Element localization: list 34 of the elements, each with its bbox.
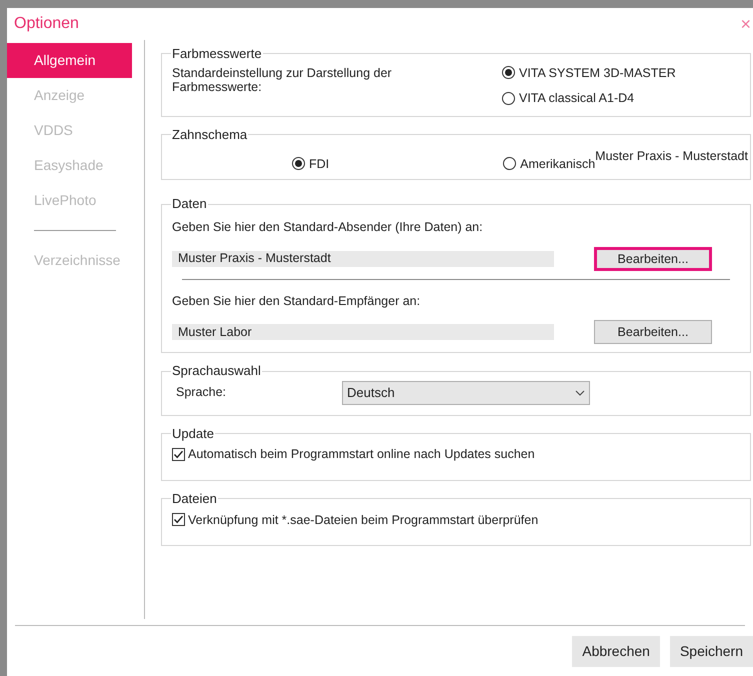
group-title: Farbmesswerte	[171, 45, 263, 63]
prompt-text: Geben Sie hier den Standard-Absender (Ihre Daten) an:	[172, 218, 484, 236]
checkbox-label: Automatisch beim Programmstart online nach Updates suchen	[188, 446, 535, 464]
value-field: Muster Praxis - Musterstadt	[172, 250, 554, 266]
sidebar-item[interactable]: Allgemein	[7, 43, 132, 78]
radio-label: FDI	[309, 156, 330, 172]
group-title: Zahnschema	[171, 126, 248, 144]
checkbox[interactable]	[172, 448, 185, 462]
radio-label: VITA SYSTEM 3D-MASTER	[519, 64, 676, 82]
prompt-text: Geben Sie hier den Standard-Empfänger an:	[172, 292, 422, 310]
edit-button[interactable]: Bearbeiten...	[594, 246, 712, 270]
radio-label: Amerikanisch	[520, 156, 596, 172]
chevron-down-icon	[575, 390, 585, 396]
overlay-text: Muster Praxis - Musterstadt	[595, 148, 748, 164]
radio-selected[interactable]	[292, 157, 305, 170]
window-title: Optionen	[14, 14, 79, 34]
radio-label: VITA classical A1-D4	[519, 90, 634, 108]
close-button[interactable]: ×	[740, 15, 751, 33]
field-label: Sprache:	[175, 384, 228, 402]
group-title: Daten	[171, 195, 208, 214]
dialog-button[interactable]: Speichern	[670, 636, 753, 666]
value-field: Muster Labor	[172, 324, 554, 340]
checkbox[interactable]	[172, 513, 185, 526]
radio-selected[interactable]	[502, 66, 515, 80]
radio-button[interactable]	[503, 157, 516, 170]
description-text: Standardeinstellung zur Darstellung der Farbmesswerte:	[172, 64, 393, 96]
group-title: Dateien	[171, 490, 218, 508]
edit-button[interactable]: Bearbeiten...	[594, 320, 712, 344]
dialog-button[interactable]: Abbrechen	[572, 636, 660, 666]
language-dropdown[interactable]: Deutsch	[342, 380, 590, 405]
radio-button[interactable]	[502, 92, 515, 106]
group-title: Update	[171, 424, 215, 443]
checkbox-label: Verknüpfung mit *.sae-Dateien beim Programmstart überprüfen	[188, 512, 538, 529]
group-title: Sprachauswahl	[171, 362, 262, 380]
